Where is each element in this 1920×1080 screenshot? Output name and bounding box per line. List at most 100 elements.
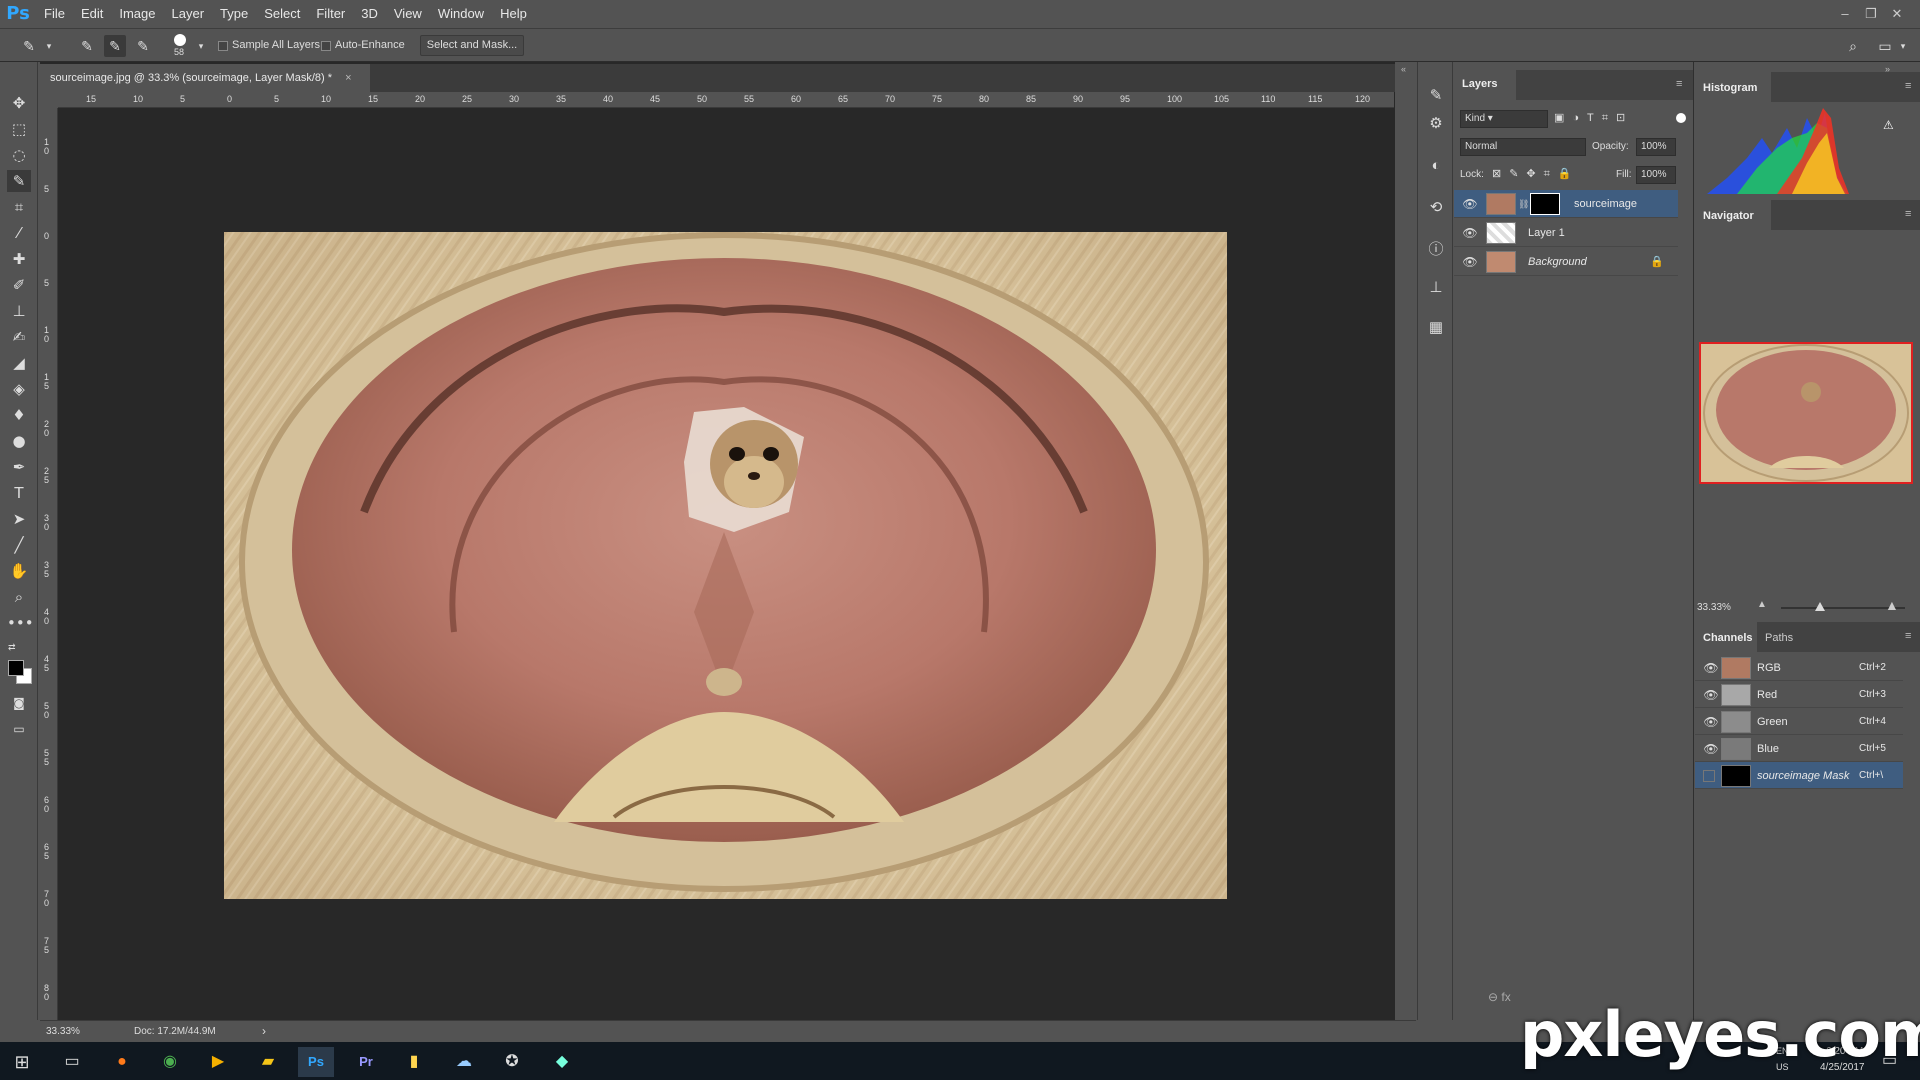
adjustments-icon[interactable]: ◐ <box>1424 154 1448 178</box>
select-and-mask-button[interactable]: Select and Mask... <box>420 35 524 56</box>
clone-stamp-tool-icon[interactable]: ⊥ <box>7 300 31 322</box>
channel-row-mask[interactable]: sourceimage Mask Ctrl+\ <box>1695 762 1903 789</box>
task-view-icon[interactable]: ▭ <box>54 1047 90 1077</box>
channel-row-green[interactable]: 👁 Green Ctrl+4 <box>1695 708 1903 735</box>
chrome-icon[interactable]: ◉ <box>152 1047 188 1077</box>
collapse-left-icon[interactable]: « <box>1401 64 1406 74</box>
menu-file[interactable]: File <box>36 0 73 28</box>
app-notepad-icon[interactable]: ◆ <box>544 1047 580 1077</box>
channel-row-rgb[interactable]: 👁 RGB Ctrl+2 <box>1695 654 1903 681</box>
zoom-tool-icon[interactable]: ⌕ <box>7 586 31 608</box>
status-zoom-field[interactable]: 33.33% <box>46 1026 80 1037</box>
minimize-button[interactable]: – <box>1832 0 1858 28</box>
brush-settings-icon[interactable]: ✎ <box>1424 84 1448 108</box>
channel-row-red[interactable]: 👁 Red Ctrl+3 <box>1695 681 1903 708</box>
premiere-taskbar-icon[interactable]: Pr <box>348 1047 384 1077</box>
marquee-tool-icon[interactable]: ⬚ <box>7 118 31 140</box>
layer-filter-kind-select[interactable]: Kind ▾ <box>1460 110 1548 128</box>
menu-filter[interactable]: Filter <box>308 0 353 28</box>
preset-chevron-down-icon[interactable]: ▾ <box>38 35 60 57</box>
sticky-notes-icon[interactable]: ▮ <box>396 1047 432 1077</box>
brush-picker-chevron-icon[interactable]: ▾ <box>190 35 212 57</box>
auto-enhance-checkbox[interactable] <box>321 41 331 51</box>
blend-mode-select[interactable]: Normal <box>1460 138 1586 156</box>
menu-3d[interactable]: 3D <box>353 0 386 28</box>
opacity-field[interactable]: 100% <box>1636 138 1676 156</box>
visibility-eye-icon[interactable]: 👁 <box>1703 689 1719 701</box>
close-window-button[interactable]: ✕ <box>1884 0 1910 28</box>
swap-colors-icon[interactable]: ⇄ <box>8 642 16 653</box>
layer-row-sourceimage[interactable]: 👁 ⛓ sourceimage <box>1454 190 1678 218</box>
fill-field[interactable]: 100% <box>1636 166 1676 184</box>
restore-button[interactable]: ❐ <box>1858 0 1884 28</box>
mask-visibility-box[interactable] <box>1703 770 1715 782</box>
info-icon[interactable]: ⓘ <box>1424 238 1448 262</box>
workspace-chevron-icon[interactable]: ▾ <box>1892 35 1914 57</box>
eyedropper-tool-icon[interactable]: ⁄ <box>7 222 31 244</box>
visibility-eye-icon[interactable]: 👁 <box>1462 256 1478 268</box>
menu-view[interactable]: View <box>386 0 430 28</box>
close-tab-icon[interactable]: × <box>345 72 351 84</box>
blur-tool-icon[interactable]: ♦ <box>7 404 31 426</box>
brush-preview-icon[interactable] <box>174 34 186 46</box>
add-to-selection-brush-icon[interactable]: ✎ <box>104 35 126 57</box>
more-tools-icon[interactable]: ••• <box>7 612 34 634</box>
vertical-ruler[interactable]: 10 5 0 5 10 15 20 25 30 35 40 45 50 55 60 65 70 75 80 <box>40 108 58 1022</box>
firefox-icon[interactable]: ● <box>104 1047 140 1077</box>
menu-image[interactable]: Image <box>111 0 163 28</box>
eraser-tool-icon[interactable]: ◢ <box>7 352 31 374</box>
history-icon[interactable]: ⟲ <box>1424 196 1448 220</box>
healing-brush-tool-icon[interactable]: ✚ <box>7 248 31 270</box>
layer-row-layer-1[interactable]: 👁 Layer 1 <box>1454 219 1678 247</box>
menu-layer[interactable]: Layer <box>164 0 213 28</box>
zoom-in-icon[interactable]: ▲ <box>1885 597 1899 613</box>
onedrive-icon[interactable]: ☁ <box>446 1047 482 1077</box>
menu-window[interactable]: Window <box>430 0 492 28</box>
menu-select[interactable]: Select <box>256 0 308 28</box>
clone-source-icon[interactable]: ⊥ <box>1424 276 1448 300</box>
visibility-eye-icon[interactable]: 👁 <box>1462 198 1478 210</box>
menu-help[interactable]: Help <box>492 0 535 28</box>
windows-start-icon[interactable]: ⊞ <box>4 1047 40 1077</box>
pen-tool-icon[interactable]: ✒ <box>7 456 31 478</box>
visibility-eye-icon[interactable]: 👁 <box>1703 662 1719 674</box>
path-selection-tool-icon[interactable]: ➤ <box>7 508 31 530</box>
menu-edit[interactable]: Edit <box>73 0 111 28</box>
new-selection-brush-icon[interactable]: ✎ <box>76 35 98 57</box>
navigator-menu-icon[interactable]: ≡ <box>1905 208 1911 220</box>
channels-menu-icon[interactable]: ≡ <box>1905 630 1911 642</box>
navigator-zoom-field[interactable]: 33.33% <box>1697 602 1731 613</box>
layer-filter-icons[interactable]: ▣◑T⌗⊡ <box>1554 111 1633 125</box>
quick-mask-icon[interactable]: ◙ <box>7 692 31 714</box>
lasso-tool-icon[interactable]: ◌ <box>7 144 31 166</box>
menu-type[interactable]: Type <box>212 0 256 28</box>
zoom-out-icon[interactable]: ▲ <box>1757 599 1767 610</box>
lock-icons[interactable]: ⊠✎✥⌗🔒 <box>1492 167 1580 181</box>
file-explorer-icon[interactable]: ▰ <box>250 1047 286 1077</box>
paint-bucket-tool-icon[interactable]: ◈ <box>7 378 31 400</box>
photoshop-taskbar-icon[interactable]: Ps <box>298 1047 334 1077</box>
search-icon[interactable]: ⌕ <box>1842 35 1864 57</box>
tool-presets-icon[interactable]: ⚙ <box>1424 112 1448 136</box>
subtract-from-selection-brush-icon[interactable]: ✎ <box>132 35 154 57</box>
layers-footer-icons[interactable]: ⊖ fx <box>1488 990 1511 1004</box>
media-player-icon[interactable]: ▶ <box>200 1047 236 1077</box>
layers-panel-menu-icon[interactable]: ≡ <box>1676 78 1682 90</box>
navigator-preview[interactable] <box>1699 342 1913 484</box>
quick-selection-preset-icon[interactable]: ✎ <box>18 35 40 57</box>
visibility-eye-icon[interactable]: 👁 <box>1462 227 1478 239</box>
foreground-color-swatch[interactable] <box>8 660 24 676</box>
status-menu-arrow-icon[interactable]: › <box>262 1024 266 1038</box>
move-tool-icon[interactable]: ✥ <box>7 92 31 114</box>
histogram-menu-icon[interactable]: ≡ <box>1905 80 1911 92</box>
app-globe-icon[interactable]: ✪ <box>494 1047 530 1077</box>
crop-tool-icon[interactable]: ⌗ <box>7 196 31 218</box>
line-tool-icon[interactable]: ╱ <box>7 534 31 556</box>
type-tool-icon[interactable]: T <box>7 482 31 504</box>
screen-mode-icon[interactable]: ▭ <box>7 718 31 740</box>
zoom-slider-thumb[interactable] <box>1815 602 1825 611</box>
paths-tab[interactable]: Paths <box>1765 632 1793 644</box>
brush-tool-icon[interactable]: ✐ <box>7 274 31 296</box>
dodge-tool-icon[interactable]: ● <box>7 430 31 452</box>
layer-row-background[interactable]: 👁 Background 🔒 <box>1454 248 1678 276</box>
